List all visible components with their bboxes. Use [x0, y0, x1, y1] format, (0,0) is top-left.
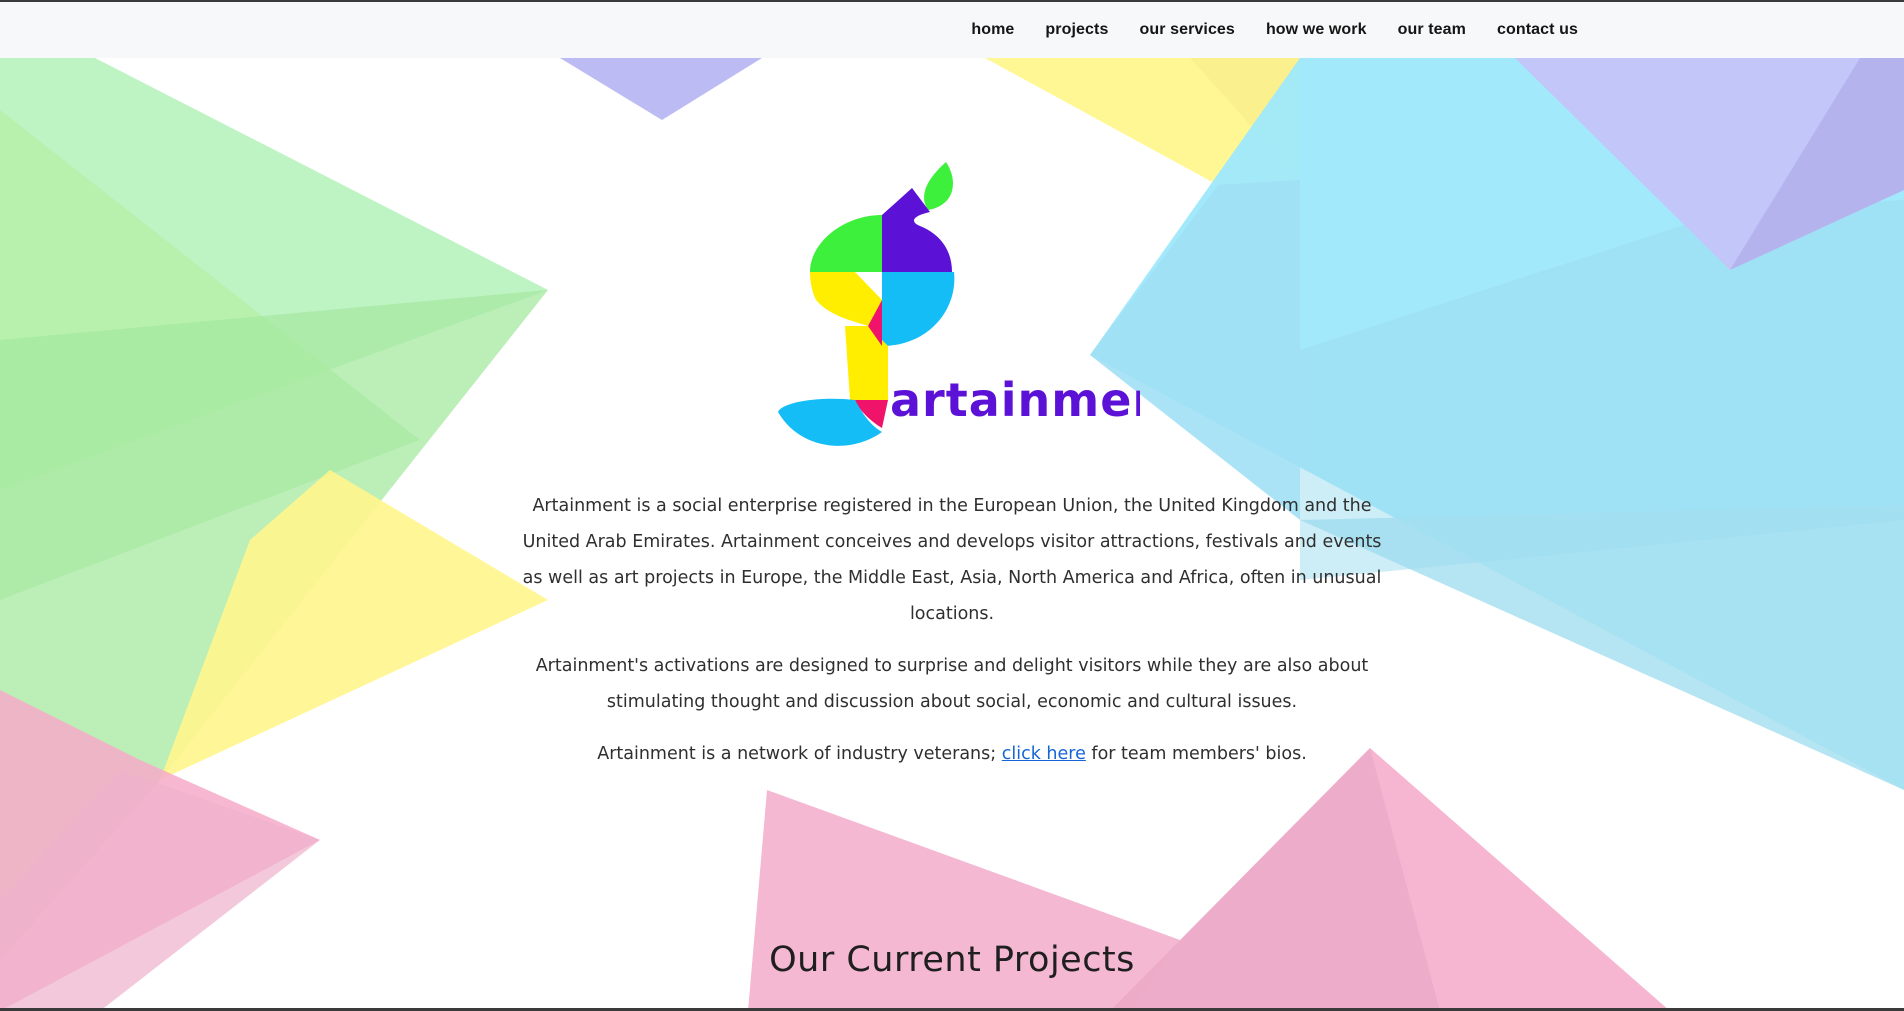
current-projects-heading: Our Current Projects: [769, 940, 1135, 980]
nav-our-services[interactable]: our services: [1139, 21, 1234, 39]
intro-paragraph-3: Artainment is a network of industry vete…: [516, 736, 1388, 772]
nav-how-we-work[interactable]: how we work: [1266, 21, 1367, 39]
intro-paragraph-1: Artainment is a social enterprise regist…: [522, 496, 1382, 624]
nav-links: home projects our services how we work o…: [971, 2, 1578, 58]
window-top-border: [0, 0, 1904, 2]
nav-projects[interactable]: projects: [1045, 21, 1108, 39]
intro-paragraph-3-text: Artainment is a network of industry vete…: [597, 744, 1002, 764]
nav-contact-us[interactable]: contact us: [1497, 21, 1578, 39]
logo-wordmark: artainment: [890, 373, 1140, 427]
intro-paragraph-2: Artainment's activations are designed to…: [535, 656, 1369, 712]
nav-our-team[interactable]: our team: [1398, 21, 1466, 39]
top-navbar: home projects our services how we work o…: [0, 2, 1904, 58]
intro-paragraph-3-tail: for team members' bios.: [1085, 744, 1307, 764]
intro-text: Artainment is a social enterprise regist…: [516, 488, 1388, 788]
team-bios-link[interactable]: click here: [1002, 744, 1086, 764]
nav-home[interactable]: home: [971, 21, 1014, 39]
artainment-logo[interactable]: artainment: [760, 150, 1140, 450]
